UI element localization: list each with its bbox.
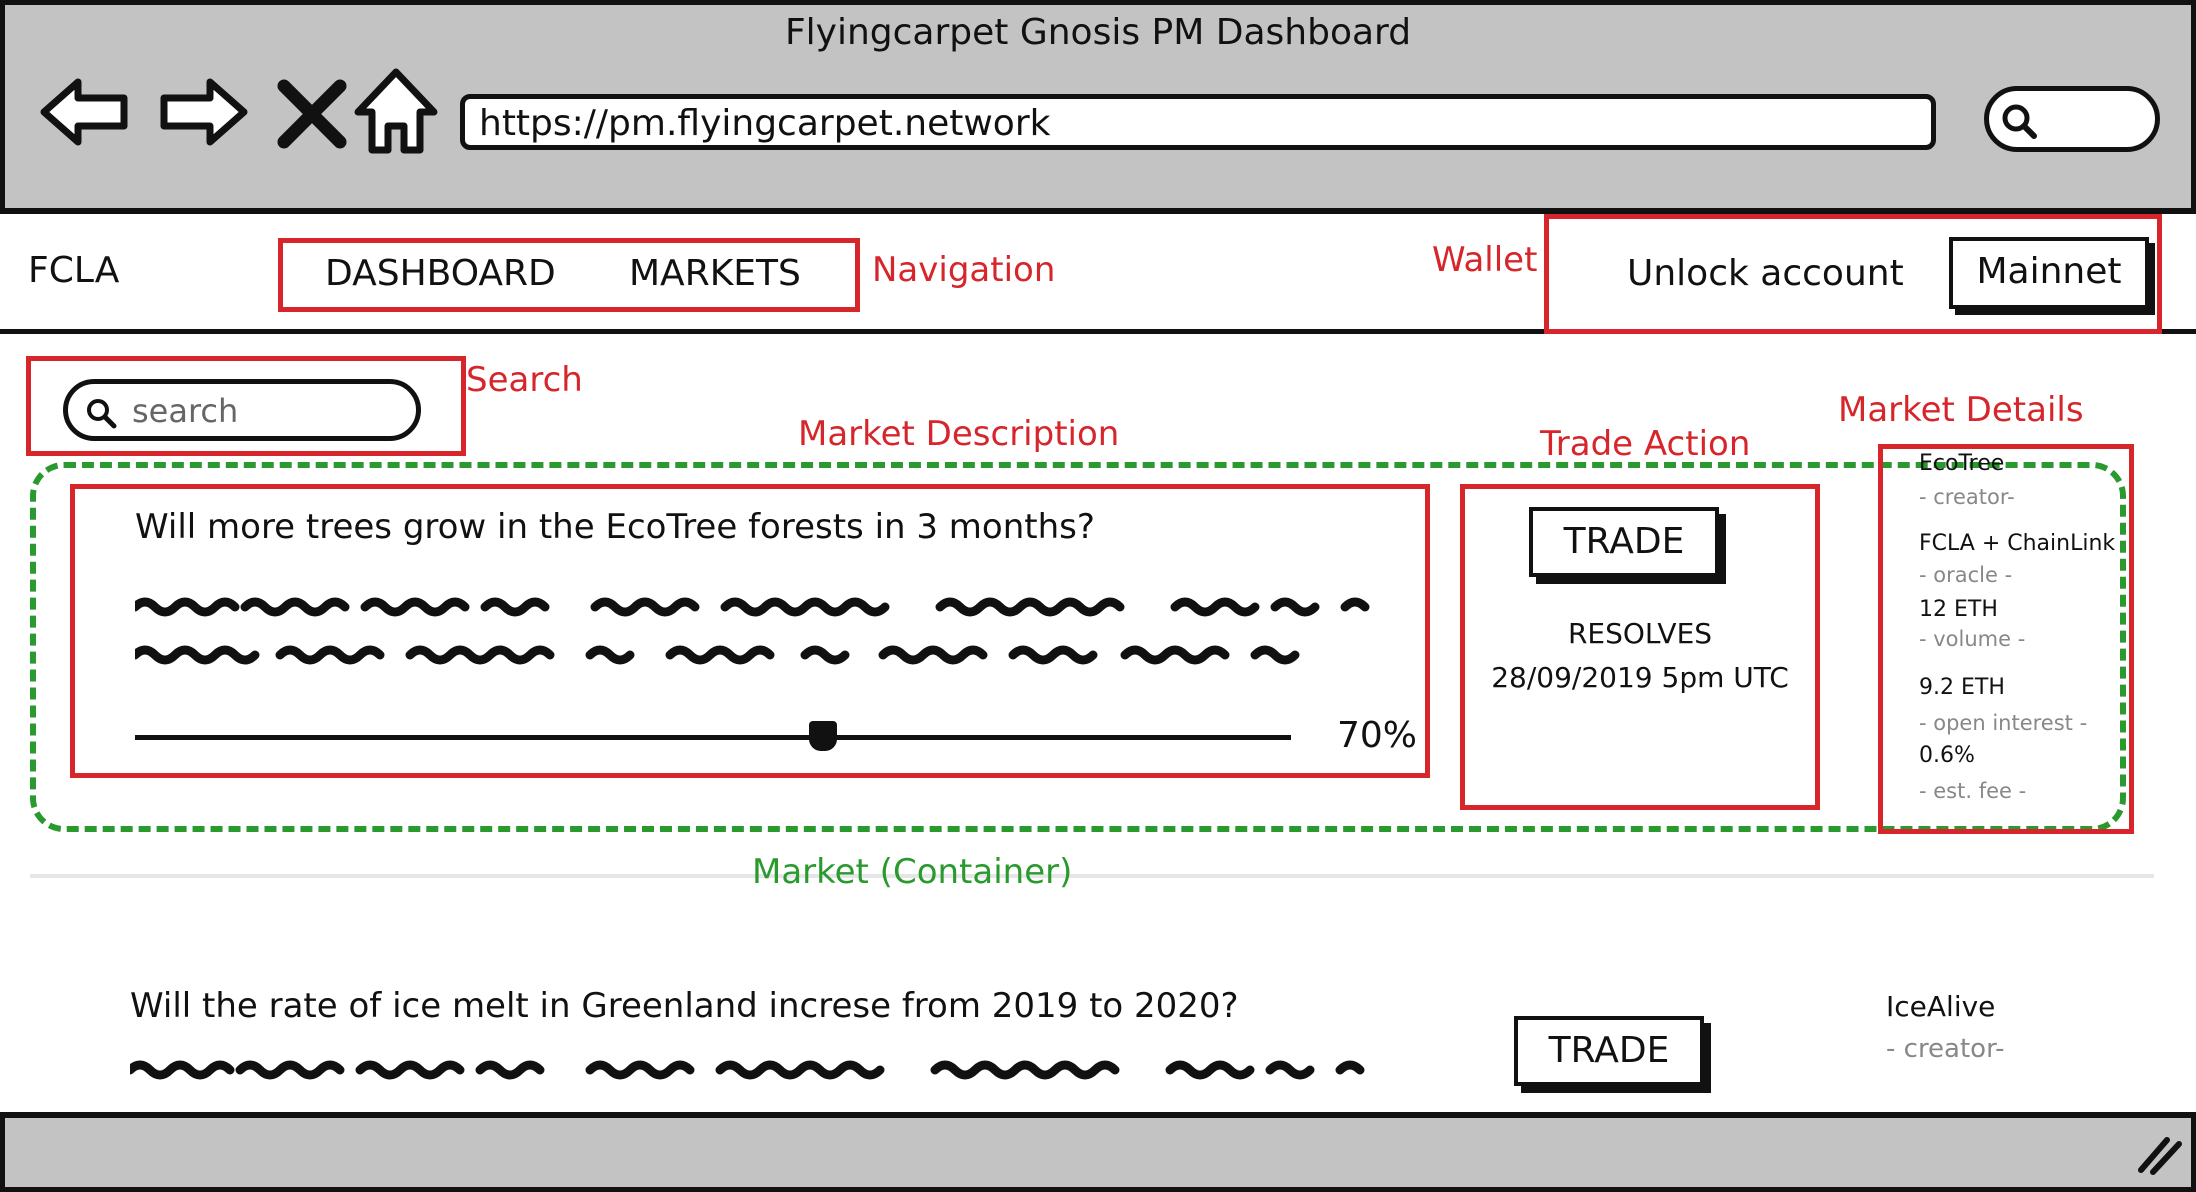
creator-label: - creator- <box>1919 485 2015 509</box>
forward-arrow-icon[interactable] <box>150 62 250 162</box>
search-icon <box>2002 104 2037 139</box>
placeholder-text-scribble <box>135 597 1370 617</box>
probability-percent: 70% <box>1337 715 1418 756</box>
market-separator <box>30 874 2154 878</box>
search-annotation-label: Search <box>466 360 583 400</box>
market-question[interactable]: Will the rate of ice melt in Greenland i… <box>130 986 1239 1026</box>
brand-logo-text[interactable]: FCLA <box>28 250 119 291</box>
back-arrow-icon[interactable] <box>38 62 138 162</box>
placeholder-text-scribble <box>130 1060 1365 1080</box>
market-details-box: EcoTree - creator- FCLA + ChainLink - or… <box>1878 444 2134 834</box>
creator-label: - creator- <box>1886 1034 2005 1064</box>
unlock-account-button[interactable]: Unlock account <box>1627 253 1904 294</box>
volume-label: - volume - <box>1919 627 2026 651</box>
browser-search-field[interactable] <box>1984 86 2160 152</box>
navigation-annotation-box: DASHBOARD MARKETS <box>278 238 860 312</box>
oracle-value: FCLA + ChainLink <box>1919 531 2116 556</box>
probability-slider-track[interactable] <box>135 735 1291 740</box>
market-description-annotation-label: Market Description <box>798 414 1120 454</box>
search-input[interactable] <box>132 392 402 430</box>
nav-dashboard[interactable]: DASHBOARD <box>325 253 556 294</box>
placeholder-text-scribble <box>135 645 1300 665</box>
home-icon[interactable] <box>346 62 446 162</box>
nav-markets[interactable]: MARKETS <box>629 253 801 294</box>
open-interest-value: 9.2 ETH <box>1919 675 2005 700</box>
navigation-annotation-label: Navigation <box>872 250 1056 290</box>
window-title: Flyingcarpet Gnosis PM Dashboard <box>784 12 1412 53</box>
volume-value: 12 ETH <box>1919 597 1998 622</box>
market-details-annotation-label: Market Details <box>1838 390 2084 430</box>
network-button[interactable]: Mainnet <box>1949 237 2149 309</box>
open-interest-label: - open interest - <box>1919 711 2088 735</box>
market-description-box: Will more trees grow in the EcoTree fore… <box>70 484 1430 778</box>
creator-name[interactable]: EcoTree <box>1919 451 2004 476</box>
wallet-annotation-box: Unlock account Mainnet <box>1544 214 2162 334</box>
wallet-annotation-label: Wallet <box>1432 240 1538 280</box>
url-bar[interactable]: https://pm.flyingcarpet.network <box>460 94 1936 150</box>
oracle-label: - oracle - <box>1919 563 2013 587</box>
market-question[interactable]: Will more trees grow in the EcoTree fore… <box>135 507 1095 547</box>
creator-name[interactable]: IceAlive <box>1886 990 1995 1023</box>
search-annotation-box <box>26 356 466 456</box>
resize-grip-icon[interactable] <box>2135 1132 2185 1178</box>
url-text: https://pm.flyingcarpet.network <box>479 103 1051 144</box>
trade-button[interactable]: TRADE <box>1514 1016 1704 1086</box>
search-icon <box>87 399 117 429</box>
fee-value: 0.6% <box>1919 743 1975 768</box>
browser-status-bar <box>0 1112 2196 1192</box>
trade-action-box: TRADE RESOLVES 28/09/2019 5pm UTC <box>1460 484 1820 810</box>
resolves-date: 28/09/2019 5pm UTC <box>1491 661 1789 694</box>
resolves-label: RESOLVES <box>1567 617 1713 650</box>
probability-slider-thumb[interactable] <box>809 721 837 751</box>
search-field[interactable] <box>63 379 421 441</box>
trade-action-annotation-label: Trade Action <box>1540 424 1751 464</box>
fee-label: - est. fee - <box>1919 779 2027 803</box>
market-container-annotation-label: Market (Container) <box>752 852 1073 892</box>
trade-button[interactable]: TRADE <box>1529 507 1719 577</box>
app-header: FCLA DASHBOARD MARKETS Navigation Wallet… <box>0 214 2196 334</box>
